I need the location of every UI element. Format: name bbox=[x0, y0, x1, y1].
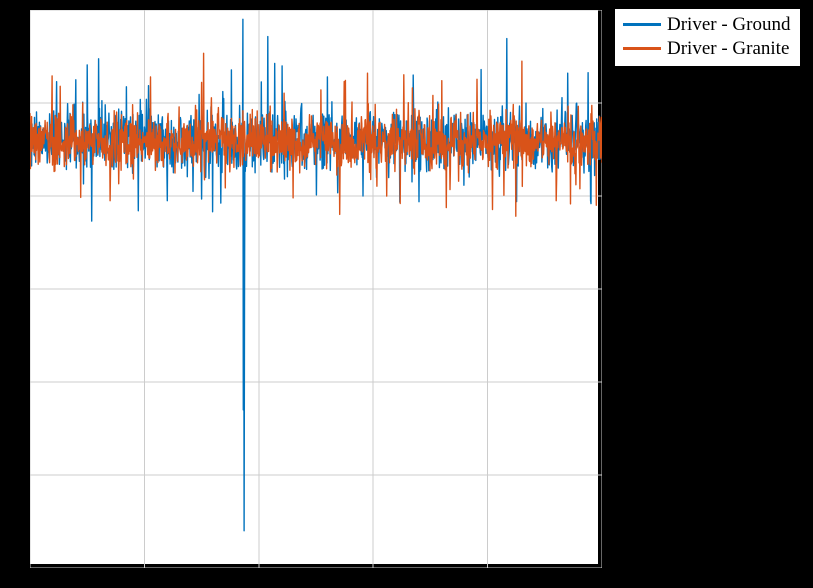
series-driver-ground bbox=[30, 19, 602, 531]
legend-swatch-ground bbox=[623, 23, 661, 26]
chart-grid bbox=[30, 10, 602, 568]
legend-label: Driver - Ground bbox=[667, 14, 790, 36]
legend-label: Driver - Granite bbox=[667, 38, 789, 60]
legend-item-granite: Driver - Granite bbox=[623, 38, 790, 60]
chart-plot-area bbox=[28, 8, 600, 566]
legend-swatch-granite bbox=[623, 47, 661, 50]
legend-item-ground: Driver - Ground bbox=[623, 14, 790, 36]
chart-legend: Driver - Ground Driver - Granite bbox=[614, 8, 801, 67]
chart-svg bbox=[30, 10, 602, 568]
